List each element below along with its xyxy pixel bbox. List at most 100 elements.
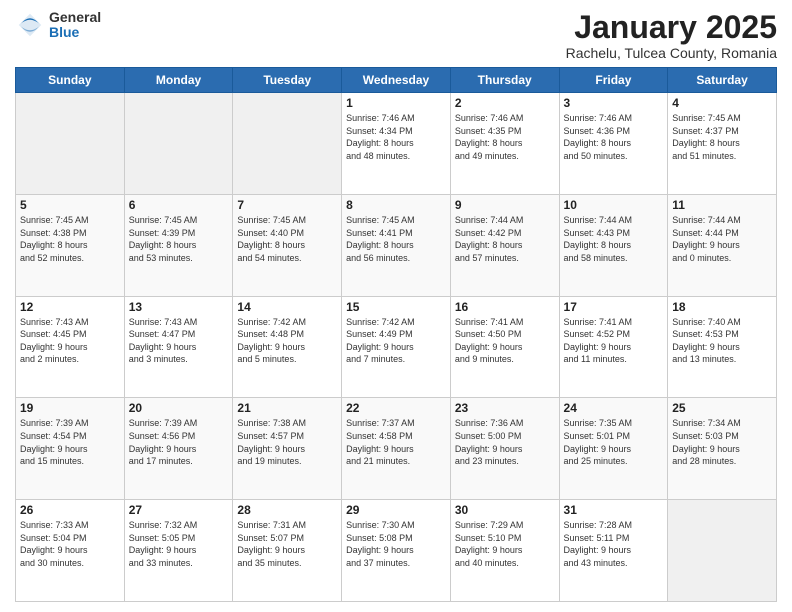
- day-number: 29: [346, 503, 446, 517]
- day-number: 18: [672, 300, 772, 314]
- calendar-cell: 2 Sunrise: 7:46 AMSunset: 4:35 PMDaylight…: [450, 93, 559, 195]
- day-number: 3: [564, 96, 664, 110]
- week-row-4: 19 Sunrise: 7:39 AMSunset: 4:54 PMDayligh…: [16, 398, 777, 500]
- calendar-cell: 11 Sunrise: 7:44 AMSunset: 4:44 PMDayligh…: [668, 194, 777, 296]
- day-number: 15: [346, 300, 446, 314]
- day-number: 28: [237, 503, 337, 517]
- header-friday: Friday: [559, 68, 668, 93]
- logo-blue-text: Blue: [49, 25, 101, 40]
- calendar-cell: [16, 93, 125, 195]
- day-info: Sunrise: 7:42 AMSunset: 4:48 PMDaylight:…: [237, 316, 337, 366]
- title-section: January 2025 Rachelu, Tulcea County, Rom…: [566, 10, 777, 61]
- day-number: 8: [346, 198, 446, 212]
- calendar-cell: 10 Sunrise: 7:44 AMSunset: 4:43 PMDayligh…: [559, 194, 668, 296]
- day-number: 6: [129, 198, 229, 212]
- day-number: 19: [20, 401, 120, 415]
- day-number: 13: [129, 300, 229, 314]
- day-number: 30: [455, 503, 555, 517]
- day-number: 26: [20, 503, 120, 517]
- day-info: Sunrise: 7:35 AMSunset: 5:01 PMDaylight:…: [564, 417, 664, 467]
- calendar-cell: 27 Sunrise: 7:32 AMSunset: 5:05 PMDayligh…: [124, 500, 233, 602]
- weekday-header-row: Sunday Monday Tuesday Wednesday Thursday…: [16, 68, 777, 93]
- calendar-cell: 13Sunrise: 7:43 AMSunset: 4:47 PMDayligh…: [124, 296, 233, 398]
- day-info: Sunrise: 7:41 AMSunset: 4:52 PMDaylight:…: [564, 316, 664, 366]
- day-number: 31: [564, 503, 664, 517]
- day-info: Sunrise: 7:45 AMSunset: 4:37 PMDaylight:…: [672, 112, 772, 162]
- calendar-cell: 25Sunrise: 7:34 AMSunset: 5:03 PMDayligh…: [668, 398, 777, 500]
- header-wednesday: Wednesday: [342, 68, 451, 93]
- day-info: Sunrise: 7:40 AMSunset: 4:53 PMDaylight:…: [672, 316, 772, 366]
- day-number: 27: [129, 503, 229, 517]
- calendar-table: Sunday Monday Tuesday Wednesday Thursday…: [15, 67, 777, 602]
- day-number: 5: [20, 198, 120, 212]
- day-number: 4: [672, 96, 772, 110]
- calendar-cell: 6 Sunrise: 7:45 AMSunset: 4:39 PMDaylight…: [124, 194, 233, 296]
- day-info: Sunrise: 7:44 AMSunset: 4:43 PMDaylight:…: [564, 214, 664, 264]
- calendar-cell: 17Sunrise: 7:41 AMSunset: 4:52 PMDayligh…: [559, 296, 668, 398]
- calendar-cell: 4 Sunrise: 7:45 AMSunset: 4:37 PMDaylight…: [668, 93, 777, 195]
- day-info: Sunrise: 7:46 AMSunset: 4:35 PMDaylight:…: [455, 112, 555, 162]
- day-info: Sunrise: 7:36 AMSunset: 5:00 PMDaylight:…: [455, 417, 555, 467]
- day-info: Sunrise: 7:43 AMSunset: 4:45 PMDaylight:…: [20, 316, 120, 366]
- calendar-cell: 8 Sunrise: 7:45 AMSunset: 4:41 PMDaylight…: [342, 194, 451, 296]
- day-number: 23: [455, 401, 555, 415]
- day-info: Sunrise: 7:45 AMSunset: 4:38 PMDaylight:…: [20, 214, 120, 264]
- day-info: Sunrise: 7:38 AMSunset: 4:57 PMDaylight:…: [237, 417, 337, 467]
- calendar-cell: 29 Sunrise: 7:30 AMSunset: 5:08 PMDayligh…: [342, 500, 451, 602]
- day-info: Sunrise: 7:39 AMSunset: 4:54 PMDaylight:…: [20, 417, 120, 467]
- calendar-cell: [124, 93, 233, 195]
- day-number: 25: [672, 401, 772, 415]
- day-number: 21: [237, 401, 337, 415]
- day-number: 22: [346, 401, 446, 415]
- day-info: Sunrise: 7:46 AMSunset: 4:34 PMDaylight:…: [346, 112, 446, 162]
- calendar-cell: 14 Sunrise: 7:42 AMSunset: 4:48 PMDayligh…: [233, 296, 342, 398]
- day-info: Sunrise: 7:45 AMSunset: 4:41 PMDaylight:…: [346, 214, 446, 264]
- logo: General Blue: [15, 10, 101, 41]
- calendar-cell: 5 Sunrise: 7:45 AMSunset: 4:38 PMDaylight…: [16, 194, 125, 296]
- day-info: Sunrise: 7:44 AMSunset: 4:42 PMDaylight:…: [455, 214, 555, 264]
- day-number: 14: [237, 300, 337, 314]
- week-row-3: 12 Sunrise: 7:43 AMSunset: 4:45 PMDayligh…: [16, 296, 777, 398]
- day-number: 9: [455, 198, 555, 212]
- day-info: Sunrise: 7:44 AMSunset: 4:44 PMDaylight:…: [672, 214, 772, 264]
- calendar-cell: 9 Sunrise: 7:44 AMSunset: 4:42 PMDaylight…: [450, 194, 559, 296]
- day-info: Sunrise: 7:39 AMSunset: 4:56 PMDaylight:…: [129, 417, 229, 467]
- logo-text: General Blue: [49, 10, 101, 41]
- header-monday: Monday: [124, 68, 233, 93]
- day-info: Sunrise: 7:41 AMSunset: 4:50 PMDaylight:…: [455, 316, 555, 366]
- calendar-cell: 26 Sunrise: 7:33 AMSunset: 5:04 PMDayligh…: [16, 500, 125, 602]
- week-row-5: 26 Sunrise: 7:33 AMSunset: 5:04 PMDayligh…: [16, 500, 777, 602]
- day-info: Sunrise: 7:45 AMSunset: 4:39 PMDaylight:…: [129, 214, 229, 264]
- day-number: 12: [20, 300, 120, 314]
- calendar-cell: 7 Sunrise: 7:45 AMSunset: 4:40 PMDaylight…: [233, 194, 342, 296]
- day-number: 11: [672, 198, 772, 212]
- calendar-cell: 12 Sunrise: 7:43 AMSunset: 4:45 PMDayligh…: [16, 296, 125, 398]
- location: Rachelu, Tulcea County, Romania: [566, 45, 777, 61]
- day-info: Sunrise: 7:32 AMSunset: 5:05 PMDaylight:…: [129, 519, 229, 569]
- header: General Blue January 2025 Rachelu, Tulce…: [15, 10, 777, 61]
- calendar-cell: 23 Sunrise: 7:36 AMSunset: 5:00 PMDayligh…: [450, 398, 559, 500]
- calendar-cell: 15 Sunrise: 7:42 AMSunset: 4:49 PMDayligh…: [342, 296, 451, 398]
- day-number: 20: [129, 401, 229, 415]
- day-info: Sunrise: 7:46 AMSunset: 4:36 PMDaylight:…: [564, 112, 664, 162]
- day-number: 2: [455, 96, 555, 110]
- header-thursday: Thursday: [450, 68, 559, 93]
- calendar-cell: 31Sunrise: 7:28 AMSunset: 5:11 PMDayligh…: [559, 500, 668, 602]
- header-saturday: Saturday: [668, 68, 777, 93]
- day-number: 10: [564, 198, 664, 212]
- day-info: Sunrise: 7:42 AMSunset: 4:49 PMDaylight:…: [346, 316, 446, 366]
- day-info: Sunrise: 7:29 AMSunset: 5:10 PMDaylight:…: [455, 519, 555, 569]
- day-info: Sunrise: 7:37 AMSunset: 4:58 PMDaylight:…: [346, 417, 446, 467]
- week-row-2: 5 Sunrise: 7:45 AMSunset: 4:38 PMDaylight…: [16, 194, 777, 296]
- calendar-cell: [233, 93, 342, 195]
- day-info: Sunrise: 7:45 AMSunset: 4:40 PMDaylight:…: [237, 214, 337, 264]
- day-info: Sunrise: 7:30 AMSunset: 5:08 PMDaylight:…: [346, 519, 446, 569]
- day-info: Sunrise: 7:33 AMSunset: 5:04 PMDaylight:…: [20, 519, 120, 569]
- day-info: Sunrise: 7:31 AMSunset: 5:07 PMDaylight:…: [237, 519, 337, 569]
- calendar-cell: 22 Sunrise: 7:37 AMSunset: 4:58 PMDayligh…: [342, 398, 451, 500]
- day-number: 7: [237, 198, 337, 212]
- page: General Blue January 2025 Rachelu, Tulce…: [0, 0, 792, 612]
- calendar-cell: 30 Sunrise: 7:29 AMSunset: 5:10 PMDayligh…: [450, 500, 559, 602]
- header-sunday: Sunday: [16, 68, 125, 93]
- week-row-1: 1Sunrise: 7:46 AMSunset: 4:34 PMDaylight…: [16, 93, 777, 195]
